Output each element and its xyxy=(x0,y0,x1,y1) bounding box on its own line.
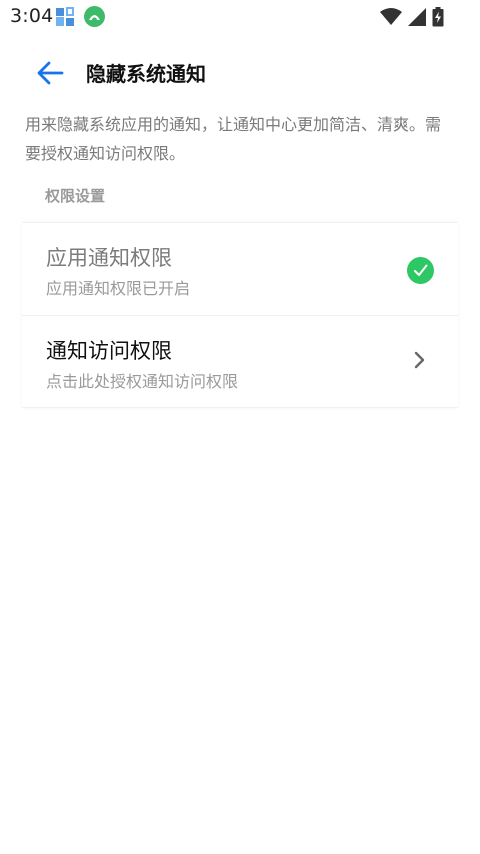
arrow-left-icon[interactable] xyxy=(34,58,66,88)
list-item-subtitle: 点击此处授权通知访问权限 xyxy=(46,372,239,391)
status-bar: 3:04 xyxy=(0,0,480,34)
status-time: 3:04 xyxy=(10,5,54,27)
app-bar: 隐藏系统通知 xyxy=(0,44,480,102)
list-item-app-notification-permission[interactable]: 应用通知权限 应用通知权限已开启 xyxy=(22,223,458,315)
battery-charging-icon xyxy=(432,7,444,27)
signal-icon xyxy=(408,8,426,26)
app-grid-icon xyxy=(56,7,74,26)
status-right-icons xyxy=(380,6,444,28)
screen: 3:04 隐藏系统通知 用来隐藏系统应用的通知，让通知中心更加简洁、清爽。需要授… xyxy=(0,0,480,854)
section-header: 权限设置 xyxy=(45,187,106,205)
green-app-icon xyxy=(84,6,105,27)
list-item-notification-access-permission[interactable]: 通知访问权限 点击此处授权通知访问权限 xyxy=(22,315,458,408)
check-circle-icon xyxy=(407,257,434,284)
list-item-subtitle: 应用通知权限已开启 xyxy=(46,279,191,298)
list-item-title: 通知访问权限 xyxy=(46,339,172,363)
list-item-title: 应用通知权限 xyxy=(46,246,172,270)
wifi-icon xyxy=(380,8,402,25)
permissions-card: 应用通知权限 应用通知权限已开启 通知访问权限 点击此处授权通知访问权限 xyxy=(22,222,458,408)
page-title: 隐藏系统通知 xyxy=(86,62,206,86)
chevron-right-icon xyxy=(414,351,425,369)
description-text: 用来隐藏系统应用的通知，让通知中心更加简洁、清爽。需要授权通知访问权限。 xyxy=(25,115,442,163)
